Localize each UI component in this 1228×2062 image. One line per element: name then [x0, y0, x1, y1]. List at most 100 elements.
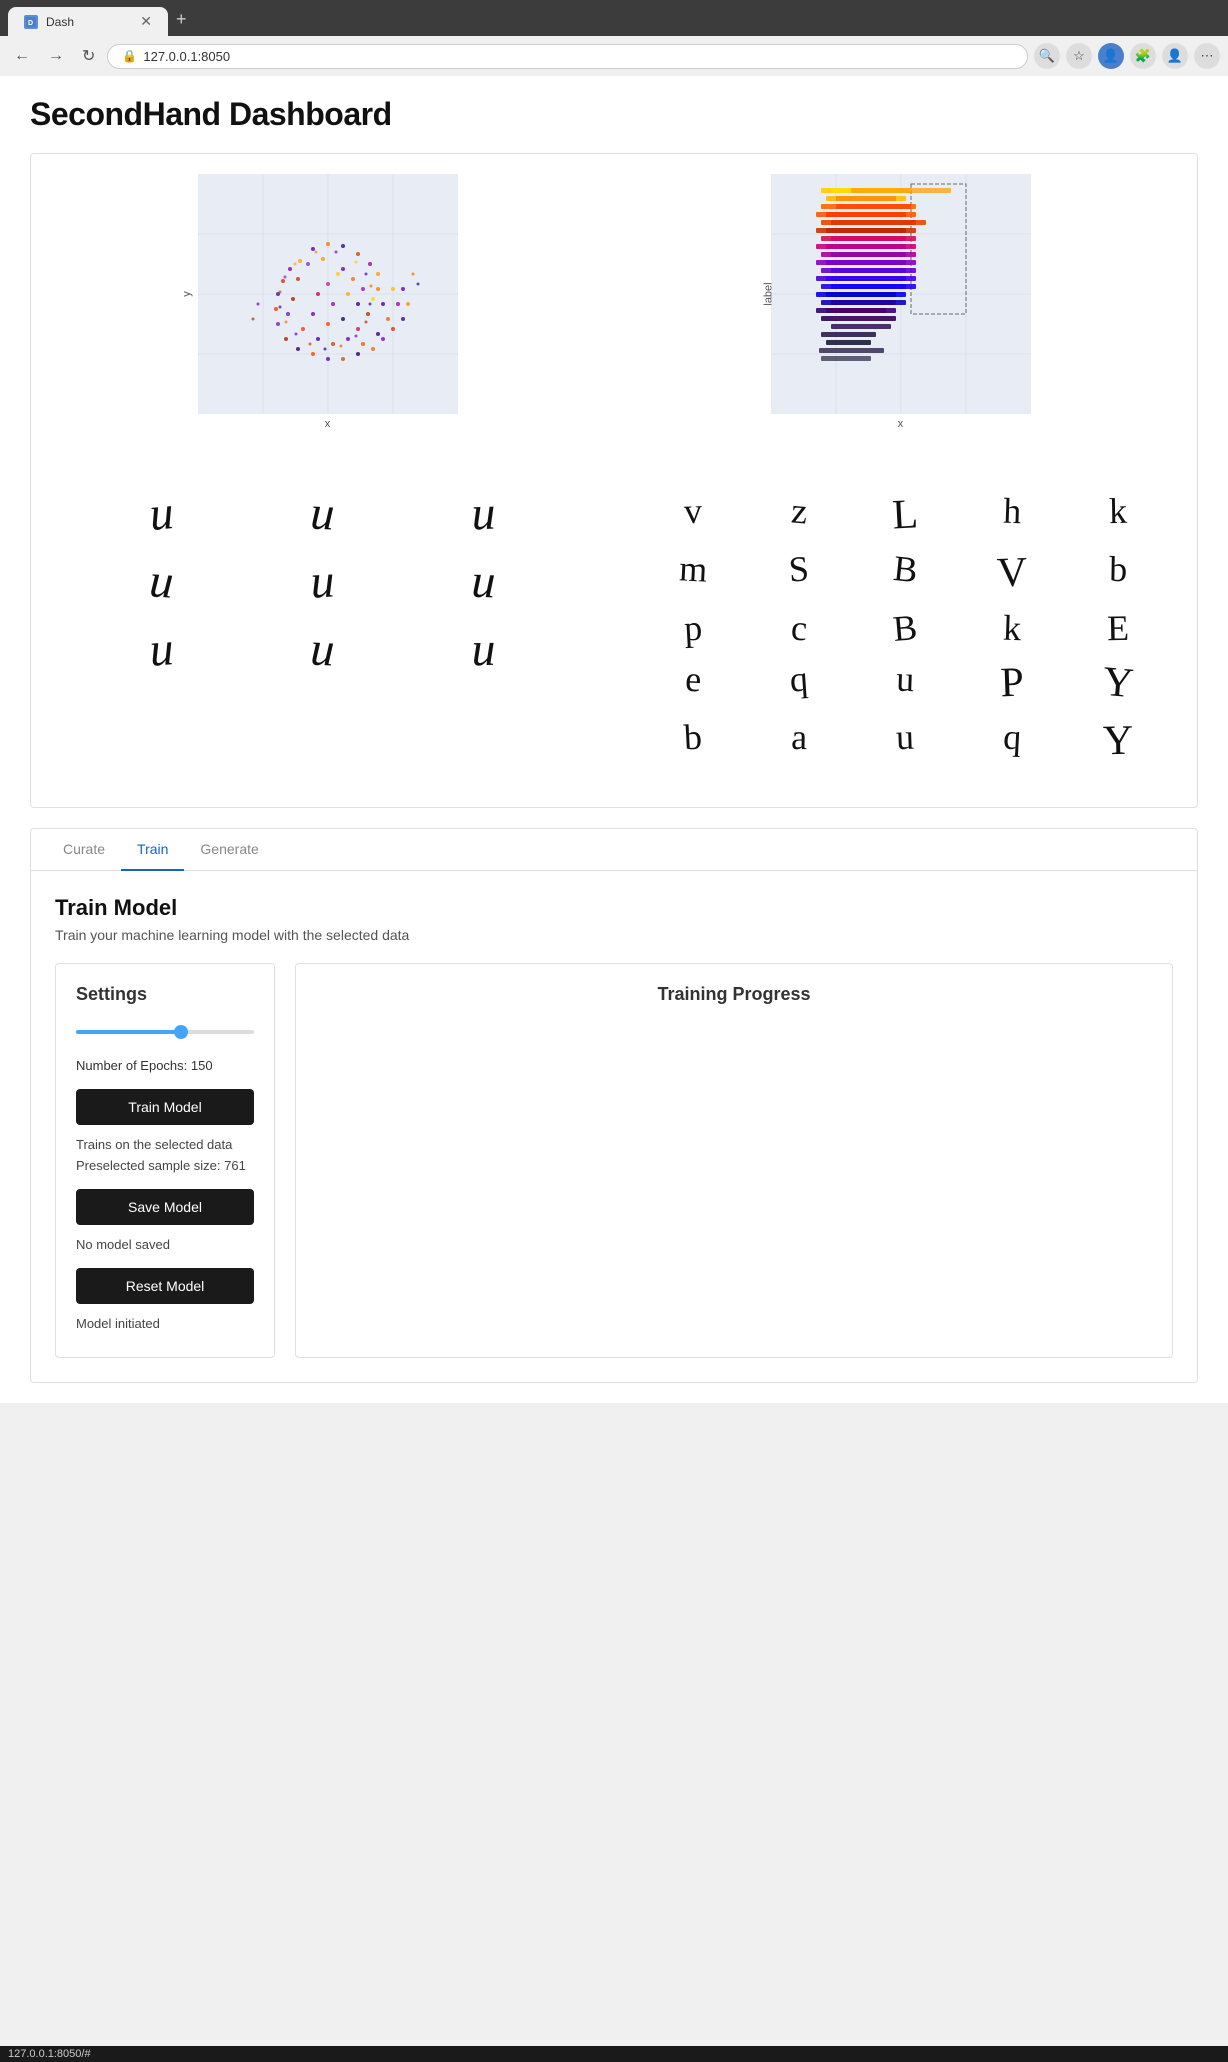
scatter-chart-container: y — [51, 174, 604, 430]
extensions-icon[interactable]: 🧩 — [1130, 43, 1156, 69]
svg-text:D: D — [28, 20, 33, 27]
epochs-label: Number of Epochs: 150 — [76, 1058, 254, 1073]
hw-mixed-21: b — [643, 714, 744, 769]
hw-mixed-2: z — [748, 486, 850, 545]
hw-mixed-9: V — [962, 547, 1062, 601]
tab-generate[interactable]: Generate — [184, 829, 274, 871]
scatter-y-axis-label: y — [180, 291, 192, 297]
hw-char-5: u — [251, 554, 394, 609]
model-initiated-text: Model initiated — [76, 1316, 254, 1331]
hw-mixed-17: q — [749, 655, 850, 712]
hw-mixed-15: E — [1068, 606, 1167, 651]
status-url: 127.0.0.1:8050/# — [8, 2048, 91, 2060]
reset-model-button[interactable]: Reset Model — [76, 1268, 254, 1304]
browser-chrome: D Dash ✕ + ← → ↻ 🔒 127.0.0.1:8050 🔍 ☆ 👤 … — [0, 0, 1228, 76]
forward-button[interactable]: → — [42, 43, 70, 69]
browser-tab-bar: D Dash ✕ + — [0, 0, 1228, 36]
lock-icon: 🔒 — [122, 49, 137, 63]
new-tab-button[interactable]: + — [168, 3, 195, 36]
train-model-subtitle: Train your machine learning model with t… — [55, 927, 1173, 943]
hw-mixed-16: e — [643, 655, 744, 710]
bar-x-axis-label: x — [898, 418, 904, 430]
hw-mixed-24: q — [961, 714, 1062, 769]
hw-mixed-4: h — [962, 488, 1062, 542]
hw-mixed-12: c — [749, 603, 850, 653]
bar-chart-container: label — [624, 174, 1177, 430]
tab-curate[interactable]: Curate — [47, 829, 121, 871]
page-content: SecondHand Dashboard y — [0, 76, 1228, 1403]
settings-panel: Settings Number of Epochs: 150 Train Mod… — [55, 963, 275, 1358]
scatter-x-axis-label: x — [325, 418, 331, 430]
hw-char-3: u — [412, 488, 555, 541]
page-title: SecondHand Dashboard — [30, 96, 1198, 133]
profile-sync-icon[interactable]: 👤 — [1098, 43, 1124, 69]
hw-mixed-23: u — [856, 715, 956, 769]
tab-train[interactable]: Train — [121, 829, 184, 871]
hw-mixed-11: p — [643, 604, 743, 652]
epochs-slider[interactable] — [76, 1030, 254, 1034]
hw-mixed-14: k — [962, 605, 1062, 652]
left-handwriting-grid: u u u u u u u u u — [51, 470, 594, 694]
right-samples: v z L h k m S B V b p c B k E e q — [634, 470, 1177, 787]
hw-mixed-19: P — [962, 656, 1062, 710]
tab-panel: Curate Train Generate Train Model Train … — [30, 828, 1198, 1383]
right-handwriting-grid: v z L h k m S B V b p c B k E e q — [634, 470, 1177, 787]
hw-char-6: u — [412, 556, 555, 609]
training-progress-panel: Training Progress — [295, 963, 1173, 1358]
preselected-size-text: Preselected sample size: 761 — [76, 1158, 254, 1173]
train-model-title: Train Model — [55, 895, 1173, 921]
train-two-col: Settings Number of Epochs: 150 Train Mod… — [55, 963, 1173, 1358]
reset-section: Reset Model Model initiated — [76, 1268, 254, 1331]
settings-title: Settings — [76, 984, 254, 1005]
hw-char-4: u — [89, 553, 233, 611]
bar-chart-svg[interactable] — [771, 174, 1031, 414]
trains-on-selected-text: Trains on the selected data — [76, 1137, 254, 1152]
tab-title: Dash — [46, 15, 74, 29]
hw-char-2: u — [251, 486, 394, 541]
hw-mixed-3: L — [855, 487, 956, 542]
hw-mixed-1: v — [643, 488, 743, 542]
train-model-button[interactable]: Train Model — [76, 1089, 254, 1125]
train-tab-content: Train Model Train your machine learning … — [31, 871, 1197, 1382]
address-bar[interactable]: 🔒 127.0.0.1:8050 — [107, 44, 1028, 69]
browser-navigation: ← → ↻ 🔒 127.0.0.1:8050 🔍 ☆ 👤 🧩 👤 ⋯ — [0, 36, 1228, 76]
hw-mixed-22: a — [750, 716, 849, 768]
no-model-saved-text: No model saved — [76, 1237, 254, 1252]
tab-bar: Curate Train Generate — [31, 829, 1197, 871]
url-text: 127.0.0.1:8050 — [143, 49, 230, 64]
back-button[interactable]: ← — [8, 43, 36, 69]
tab-favicon: D — [24, 15, 38, 29]
visualization-card: y — [30, 153, 1198, 808]
search-icon[interactable]: 🔍 — [1034, 43, 1060, 69]
save-model-button[interactable]: Save Model — [76, 1189, 254, 1225]
charts-row: y — [51, 174, 1177, 430]
reload-button[interactable]: ↻ — [76, 42, 101, 70]
scatter-chart-wrapper: y — [198, 174, 458, 414]
left-samples: u u u u u u u u u — [51, 470, 594, 787]
hw-mixed-20: Y — [1067, 654, 1169, 713]
hw-mixed-25: Y — [1068, 716, 1167, 768]
user-avatar[interactable]: 👤 — [1162, 43, 1188, 69]
hw-char-8: u — [251, 622, 394, 677]
active-tab[interactable]: D Dash ✕ — [8, 7, 168, 36]
hw-char-7: u — [89, 621, 233, 679]
hw-mixed-13: B — [855, 603, 957, 655]
hw-mixed-5: k — [1068, 489, 1167, 541]
save-section: Save Model No model saved — [76, 1189, 254, 1252]
hw-mixed-10: b — [1068, 548, 1167, 600]
hw-mixed-7: S — [749, 545, 850, 602]
epochs-slider-container — [76, 1021, 254, 1042]
training-progress-title: Training Progress — [316, 984, 1152, 1005]
hw-mixed-6: m — [643, 546, 744, 601]
tab-close-button[interactable]: ✕ — [140, 13, 152, 30]
scatter-plot-svg[interactable] — [198, 174, 458, 414]
hw-char-1: u — [89, 484, 234, 544]
browser-toolbar-icons: 🔍 ☆ 👤 🧩 👤 ⋯ — [1034, 43, 1220, 69]
hw-char-9: u — [413, 625, 555, 675]
handwriting-samples-row: u u u u u u u u u v z L h k — [51, 470, 1177, 787]
status-bar: 127.0.0.1:8050/# — [0, 2046, 1228, 2062]
bookmark-icon[interactable]: ☆ — [1066, 43, 1092, 69]
bar-y-axis-label: label — [762, 282, 774, 305]
bar-chart-wrapper: label — [771, 174, 1031, 414]
menu-icon[interactable]: ⋯ — [1194, 43, 1220, 69]
